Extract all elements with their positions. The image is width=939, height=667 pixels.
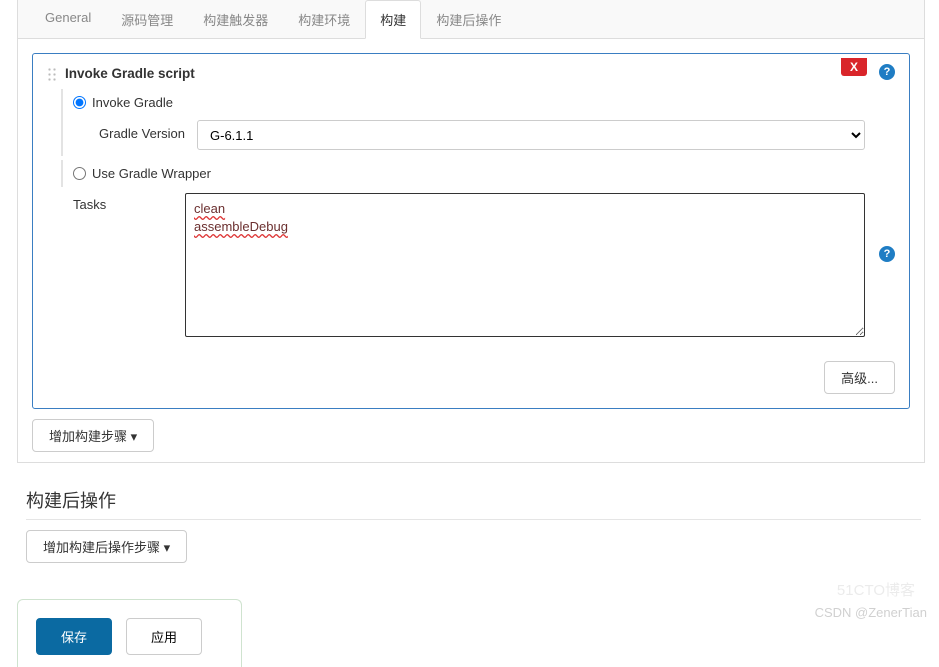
invoke-gradle-block: Invoke Gradle Gradle Version G-6.1.1 — [61, 89, 895, 156]
radio-invoke-gradle-input[interactable] — [73, 96, 86, 109]
watermark-text: 51CTO博客 — [837, 579, 915, 600]
tab-build[interactable]: 构建 — [365, 0, 421, 39]
add-build-step-row: 增加构建步骤 ▾ — [18, 409, 924, 452]
tab-post-build[interactable]: 构建后操作 — [421, 0, 516, 39]
tab-general[interactable]: General — [30, 0, 106, 39]
config-container: General 源码管理 构建触发器 构建环境 构建 构建后操作 X ? Inv… — [17, 0, 925, 463]
help-icon[interactable]: ? — [879, 64, 895, 80]
radio-invoke-gradle[interactable]: Invoke Gradle — [73, 91, 895, 114]
tab-bar: General 源码管理 构建触发器 构建环境 构建 构建后操作 — [18, 0, 924, 39]
panel-title: Invoke Gradle script — [65, 66, 195, 81]
gradle-version-row: Gradle Version G-6.1.1 — [73, 120, 895, 150]
radio-use-wrapper[interactable]: Use Gradle Wrapper — [73, 162, 895, 185]
advanced-button[interactable]: 高级... — [824, 361, 895, 394]
tasks-input[interactable] — [185, 193, 865, 337]
drag-handle-icon[interactable] — [47, 67, 57, 81]
delete-step-button[interactable]: X — [841, 58, 867, 76]
add-post-step-row: 增加构建后操作步骤 ▾ — [0, 530, 939, 563]
radio-use-wrapper-label: Use Gradle Wrapper — [92, 166, 211, 181]
gradle-version-select[interactable]: G-6.1.1 — [197, 120, 865, 150]
save-button[interactable]: 保存 — [36, 618, 112, 655]
watermark-text: CSDN @ZenerTian — [815, 605, 927, 620]
help-icon[interactable]: ? — [879, 246, 895, 262]
footer-actions: 保存 应用 — [17, 599, 242, 667]
advanced-row: 高级... — [47, 361, 895, 394]
add-build-step-button[interactable]: 增加构建步骤 ▾ — [32, 419, 154, 452]
radio-use-wrapper-input[interactable] — [73, 167, 86, 180]
post-build-section-title: 构建后操作 — [26, 487, 939, 513]
build-steps-area: X ? Invoke Gradle script Invoke Gradle G… — [18, 39, 924, 409]
use-wrapper-block: Use Gradle Wrapper — [61, 160, 895, 187]
tasks-row: Tasks — [47, 193, 895, 337]
section-divider — [26, 519, 921, 520]
tab-environment[interactable]: 构建环境 — [283, 0, 365, 39]
add-post-build-step-button[interactable]: 增加构建后操作步骤 ▾ — [26, 530, 187, 563]
tab-scm[interactable]: 源码管理 — [106, 0, 188, 39]
gradle-version-label: Gradle Version — [85, 120, 197, 141]
invoke-gradle-panel: X ? Invoke Gradle script Invoke Gradle G… — [32, 53, 910, 409]
apply-button[interactable]: 应用 — [126, 618, 202, 655]
tasks-label: Tasks — [73, 193, 185, 212]
tab-triggers[interactable]: 构建触发器 — [188, 0, 283, 39]
panel-header: Invoke Gradle script — [47, 66, 895, 81]
radio-invoke-gradle-label: Invoke Gradle — [92, 95, 173, 110]
